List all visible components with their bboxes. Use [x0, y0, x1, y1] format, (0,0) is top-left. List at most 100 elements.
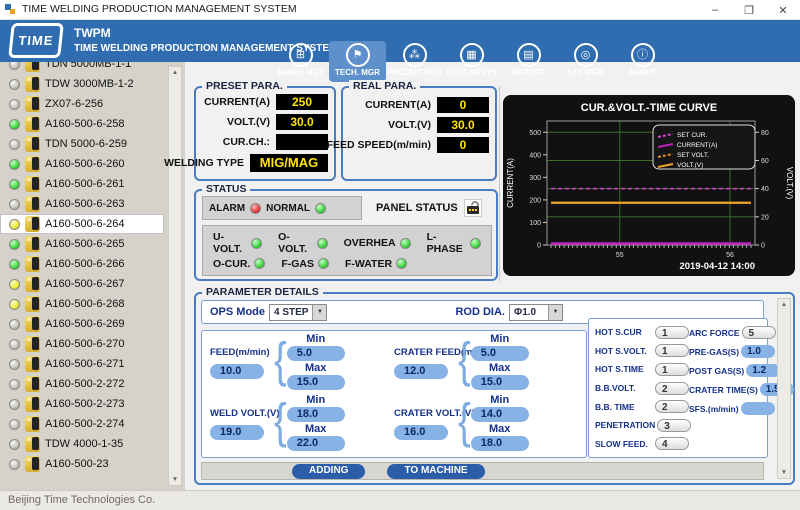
maximize-button[interactable]: ❐: [742, 4, 756, 17]
params-scrollbar[interactable]: ▲ ▼: [777, 298, 791, 479]
welder-machine-icon: [25, 276, 40, 292]
action-button-bar: ADDING TO MACHINE: [201, 462, 764, 480]
parameter-row: CURRENT(A)250: [196, 94, 328, 110]
parameter-details-panel: PARAMETER DETAILS OPS Mode 4 STEP ▼ ROD …: [194, 292, 795, 485]
sidebar-device-item[interactable]: TDN 5000-6-259: [0, 134, 164, 154]
sidebar-device-item[interactable]: A160-500-6-265: [0, 234, 164, 254]
scroll-up-icon[interactable]: ▲: [172, 69, 178, 76]
sidebar-device-item[interactable]: A160-500-6-264: [0, 214, 164, 234]
sidebar-device-item[interactable]: A160-500-2-273: [0, 394, 164, 414]
sidebar-device-item[interactable]: A160-500-6-263: [0, 194, 164, 214]
detail-param-label: HOT S.CUR: [595, 327, 653, 337]
param-value-display: 30.0: [276, 114, 328, 130]
detail-param-field[interactable]: 1: [655, 326, 689, 339]
detail-param-field[interactable]: 1: [655, 363, 689, 376]
minimize-button[interactable]: –: [708, 4, 722, 16]
adding-button[interactable]: ADDING: [292, 464, 365, 479]
alarm-box: ALARM NORMAL: [202, 196, 362, 220]
scroll-up-icon[interactable]: ▲: [781, 301, 787, 308]
ops-mode-select[interactable]: 4 STEP ▼: [269, 304, 327, 321]
sidebar-device-item[interactable]: A160-500-2-274: [0, 414, 164, 434]
sidebar-device-item[interactable]: A160-500-6-258: [0, 114, 164, 134]
detail-param-field[interactable]: 2: [655, 382, 689, 395]
detail-param-field[interactable]: 1.2: [746, 364, 780, 377]
welder-machine-icon: [25, 296, 40, 312]
sidebar-device-item[interactable]: A160-500-6-261: [0, 174, 164, 194]
welder-machine-icon: [25, 416, 40, 432]
sidebar-device-item[interactable]: A160-500-6-260: [0, 154, 164, 174]
sidebar-device-item[interactable]: TDW 3000MB-1-2: [0, 74, 164, 94]
nav-item-label: SYS MGR: [557, 68, 614, 77]
welder-machine-icon: [25, 396, 40, 412]
detail-param-field[interactable]: 3: [657, 419, 691, 432]
indicator-label: O-CUR.: [213, 258, 250, 270]
detail-parameter-row: HOT S.VOLT.1: [595, 342, 689, 361]
nav-item-report[interactable]: ▤REPORT: [500, 41, 557, 82]
detail-param-field[interactable]: 1.0: [741, 345, 775, 358]
sidebar-device-item[interactable]: ZX07-6-256: [0, 94, 164, 114]
to-machine-button[interactable]: TO MACHINE: [387, 464, 484, 479]
device-label: A160-500-6-261: [45, 178, 125, 190]
max-value-field[interactable]: 15.0: [471, 375, 529, 390]
sidebar-scrollbar[interactable]: ▲ ▼: [168, 66, 182, 486]
sidebar-device-item[interactable]: TDN 5000MB-1-1: [0, 62, 164, 74]
sidebar-device-item[interactable]: A160-500-6-268: [0, 294, 164, 314]
detail-param-field[interactable]: 4: [655, 437, 689, 450]
detail-param-field[interactable]: 1: [655, 344, 689, 357]
cluster-value-field[interactable]: 16.0: [394, 425, 448, 440]
sidebar-device-item[interactable]: A160-500-23: [0, 454, 164, 474]
device-status-led: [9, 439, 20, 450]
alarm-led: [250, 203, 261, 214]
detail-param-field[interactable]: 5: [742, 326, 776, 339]
cluster-value-field[interactable]: 19.0: [210, 425, 264, 440]
status-indicator: U-VOLT.: [213, 231, 262, 255]
right-tick-label: 60: [761, 158, 769, 165]
welder-machine-icon: [25, 62, 40, 72]
detail-param-label: POST GAS(S): [689, 366, 744, 376]
scroll-down-icon[interactable]: ▼: [172, 476, 178, 483]
chevron-down-icon[interactable]: ▼: [312, 305, 326, 320]
target-gear-icon: ◎: [574, 43, 598, 67]
scroll-down-icon[interactable]: ▼: [781, 469, 787, 476]
sidebar-device-item[interactable]: A160-500-6-267: [0, 274, 164, 294]
close-button[interactable]: ✕: [776, 4, 790, 17]
window-title: TIME WELDING PRODUCTION MANAGEMENT SYSTE…: [22, 3, 297, 15]
max-value-field[interactable]: 18.0: [471, 436, 529, 451]
cluster-value-field[interactable]: 10.0: [210, 364, 264, 379]
welder-machine-icon: [25, 216, 40, 232]
sidebar-device-item[interactable]: A160-500-2-272: [0, 374, 164, 394]
min-value-field[interactable]: 5.0: [287, 346, 345, 361]
nav-item-tech-mgr[interactable]: ⚑TECH. MGR: [329, 41, 386, 82]
device-list: TDN 5000MB-1-1TDW 3000MB-1-2ZX07-6-256A1…: [0, 62, 164, 474]
sidebar-device-item[interactable]: A160-500-6-269: [0, 314, 164, 334]
sidebar-device-item[interactable]: A160-500-6-270: [0, 334, 164, 354]
max-value-field[interactable]: 15.0: [287, 375, 345, 390]
main-nav: ⊞Device MGT⚑TECH. MGR⁂PRODUCTION▦DATA AN…: [272, 41, 671, 82]
detail-param-field[interactable]: 2: [655, 400, 689, 413]
sidebar-device-item[interactable]: A160-500-6-266: [0, 254, 164, 274]
sidebar-device-item[interactable]: TDW 4000-1-35: [0, 434, 164, 454]
nav-item-device-mgt[interactable]: ⊞Device MGT: [272, 41, 329, 82]
status-indicator: F-WATER: [345, 258, 407, 270]
sidebar-device-item[interactable]: A160-500-6-271: [0, 354, 164, 374]
status-indicator: OVERHEA: [344, 237, 411, 249]
cluster-value-field[interactable]: 12.0: [394, 364, 448, 379]
max-value-field[interactable]: 22.0: [287, 436, 345, 451]
welder-machine-icon: [25, 136, 40, 152]
right-tick-label: 80: [761, 130, 769, 137]
min-value-field[interactable]: 14.0: [471, 407, 529, 422]
min-value-field[interactable]: 18.0: [287, 407, 345, 422]
chevron-down-icon[interactable]: ▼: [548, 305, 562, 320]
nav-item-about[interactable]: ⓘABOUT: [614, 41, 671, 82]
param-label: VOLT.(V): [227, 116, 270, 128]
app-abbreviation: TWPM: [74, 26, 111, 40]
rod-dia-select[interactable]: Φ1.0 ▼: [509, 304, 563, 321]
detail-param-field[interactable]: [741, 402, 775, 415]
nav-item-data-ansys[interactable]: ▦DATA ANSYS: [443, 41, 500, 82]
nav-item-sys-mgr[interactable]: ◎SYS MGR: [557, 41, 614, 82]
min-value-field[interactable]: 5.0: [471, 346, 529, 361]
panel-status-label: PANEL STATUS: [376, 202, 458, 214]
device-label: A160-500-6-263: [45, 198, 125, 210]
nav-item-production[interactable]: ⁂PRODUCTION: [386, 41, 443, 82]
device-status-led: [9, 299, 20, 310]
